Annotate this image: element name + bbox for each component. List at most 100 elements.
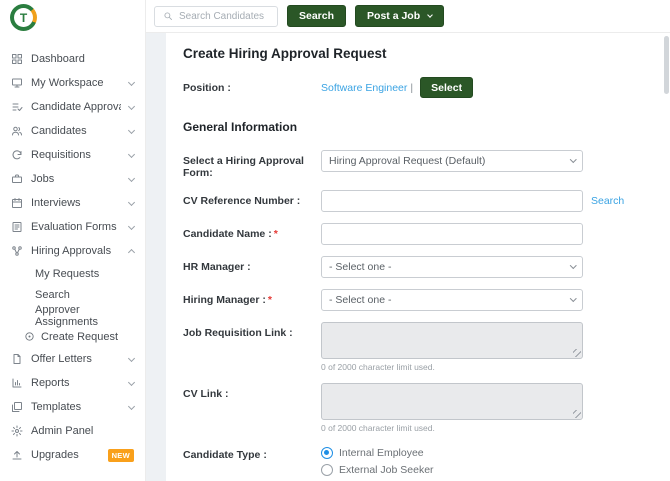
- chevron-down-icon: [129, 106, 134, 109]
- sidebar-item-label: Offer Letters: [31, 353, 92, 365]
- upgrades-icon: [11, 449, 23, 461]
- cv-ref-input[interactable]: [321, 190, 583, 212]
- sidebar-item-upgrades[interactable]: Upgrades NEW: [0, 443, 145, 467]
- search-button[interactable]: Search: [287, 5, 346, 27]
- sidebar-item-offer-letters[interactable]: Offer Letters: [0, 347, 145, 371]
- dashboard-icon: [11, 53, 23, 65]
- chevron-down-icon: [570, 262, 576, 268]
- hiring-approvals-icon: [11, 245, 23, 257]
- cv-ref-search-link[interactable]: Search: [591, 190, 624, 207]
- post-a-job-label: Post a Job: [367, 10, 420, 22]
- logo[interactable]: T: [0, 0, 145, 39]
- sidebar-item-my-workspace[interactable]: My Workspace: [0, 71, 145, 95]
- sidebar-item-label: Reports: [31, 377, 70, 389]
- scrollbar-thumb[interactable]: [664, 36, 669, 94]
- post-a-job-button[interactable]: Post a Job: [355, 5, 444, 27]
- admin-panel-icon: [11, 425, 23, 437]
- sidebar-item-label: Create Request: [41, 331, 118, 343]
- brand-logo-ring: T: [10, 4, 37, 31]
- sidebar-item-hiring-approvals[interactable]: Hiring Approvals: [0, 239, 145, 263]
- cv-link-textarea[interactable]: [321, 383, 583, 420]
- new-badge: NEW: [108, 449, 134, 462]
- hiring-manager-label: Hiring Manager :*: [183, 289, 321, 306]
- sidebar-item-label: Jobs: [31, 173, 54, 185]
- jobs-icon: [11, 173, 23, 185]
- radio-selected-icon: [321, 447, 333, 459]
- page-title: Create Hiring Approval Request: [183, 46, 654, 61]
- sidebar-item-label: Upgrades: [31, 449, 79, 461]
- chevron-down-icon: [570, 156, 576, 162]
- sidebar-item-reports[interactable]: Reports: [0, 371, 145, 395]
- cv-ref-label: CV Reference Number :: [183, 190, 321, 207]
- create-request-icon: [24, 331, 35, 342]
- candidate-name-input[interactable]: [321, 223, 583, 245]
- main-area: Search Post a Job Create Hiring Approval…: [146, 0, 670, 481]
- position-row: Position : Software Engineer | Select: [183, 77, 654, 98]
- interviews-icon: [11, 197, 23, 209]
- job-req-link-textarea[interactable]: [321, 322, 583, 359]
- approval-form-select-value: Hiring Approval Request (Default): [329, 155, 485, 167]
- sidebar-item-label: Approver Assignments: [35, 304, 135, 328]
- hiring-manager-select[interactable]: - Select one -: [321, 289, 583, 311]
- sidebar-item-label: Dashboard: [31, 53, 85, 65]
- search-icon: [163, 11, 173, 21]
- sidebar-item-candidate-approval[interactable]: Candidate Approval: [0, 95, 145, 119]
- position-separator: |: [410, 82, 413, 94]
- job-req-link-counter: 0 of 2000 character limit used.: [321, 362, 583, 372]
- candidate-approval-icon: [11, 101, 23, 113]
- position-select-button[interactable]: Select: [420, 77, 473, 98]
- cv-link-counter: 0 of 2000 character limit used.: [321, 423, 583, 433]
- sidebar-item-admin-panel[interactable]: Admin Panel: [0, 419, 145, 443]
- sidebar-item-requisitions[interactable]: Requisitions: [0, 143, 145, 167]
- sidebar-item-dashboard[interactable]: Dashboard: [0, 47, 145, 71]
- sidebar-item-jobs[interactable]: Jobs: [0, 167, 145, 191]
- content-wrap: Create Hiring Approval Request Position …: [146, 33, 670, 481]
- chevron-up-icon: [129, 247, 134, 255]
- candidate-search-box[interactable]: [154, 6, 278, 27]
- sidebar-nav: DashboardMy WorkspaceCandidate ApprovalC…: [0, 47, 145, 467]
- candidate-type-radio-group: Internal Employee External Job Seeker: [321, 444, 583, 476]
- section-title: General Information: [183, 120, 654, 134]
- form-row-hiring-manager: Hiring Manager :* - Select one -: [183, 289, 654, 311]
- hiring-manager-label-text: Hiring Manager :: [183, 294, 266, 306]
- radio-internal-label: Internal Employee: [339, 447, 424, 459]
- offer-letters-icon: [11, 353, 23, 365]
- sidebar-item-templates[interactable]: Templates: [0, 395, 145, 419]
- sidebar-item-search[interactable]: Search: [0, 284, 145, 305]
- sidebar-item-label: Requisitions: [31, 149, 91, 161]
- approval-form-select[interactable]: Hiring Approval Request (Default): [321, 150, 583, 172]
- candidate-type-label: Candidate Type :: [183, 444, 321, 461]
- sidebar-item-interviews[interactable]: Interviews: [0, 191, 145, 215]
- chevron-down-icon: [129, 154, 134, 157]
- radio-external-job-seeker[interactable]: External Job Seeker: [321, 464, 583, 476]
- form-row-cv-link: CV Link : 0 of 2000 character limit used…: [183, 383, 654, 433]
- sidebar-item-approver-assignments[interactable]: Approver Assignments: [0, 305, 145, 326]
- job-req-link-label: Job Requisition Link :: [183, 322, 321, 339]
- chevron-down-icon: [570, 295, 576, 301]
- reports-icon: [11, 377, 23, 389]
- chevron-down-icon: [129, 202, 134, 205]
- search-input[interactable]: [179, 11, 269, 22]
- sidebar-item-evaluation-forms[interactable]: Evaluation Forms: [0, 215, 145, 239]
- brand-logo-letter: T: [14, 8, 33, 27]
- hr-manager-select-value: - Select one -: [329, 261, 391, 273]
- sidebar-item-label: Hiring Approvals: [31, 245, 111, 257]
- sidebar: T Dashboard My Workspace Candidate Approva…: [0, 0, 146, 481]
- form-row-cv-ref: CV Reference Number : Search: [183, 190, 654, 212]
- position-label: Position :: [183, 82, 321, 94]
- sidebar-item-my-requests[interactable]: My Requests: [0, 263, 145, 284]
- position-value-link[interactable]: Software Engineer: [321, 82, 407, 94]
- sidebar-item-label: My Workspace: [31, 77, 104, 89]
- chevron-down-icon: [129, 178, 134, 181]
- hr-manager-select[interactable]: - Select one -: [321, 256, 583, 278]
- chevron-down-icon: [129, 82, 134, 85]
- evaluation-forms-icon: [11, 221, 23, 233]
- workspace-icon: [11, 77, 23, 89]
- radio-unselected-icon: [321, 464, 333, 476]
- approval-form-label: Select a Hiring Approval Form:: [183, 150, 321, 179]
- sidebar-item-label: Admin Panel: [31, 425, 93, 437]
- radio-internal-employee[interactable]: Internal Employee: [321, 447, 583, 459]
- form-row-approval-form: Select a Hiring Approval Form: Hiring Ap…: [183, 150, 654, 179]
- sidebar-item-create-request[interactable]: Create Request: [0, 326, 145, 347]
- sidebar-item-candidates[interactable]: Candidates: [0, 119, 145, 143]
